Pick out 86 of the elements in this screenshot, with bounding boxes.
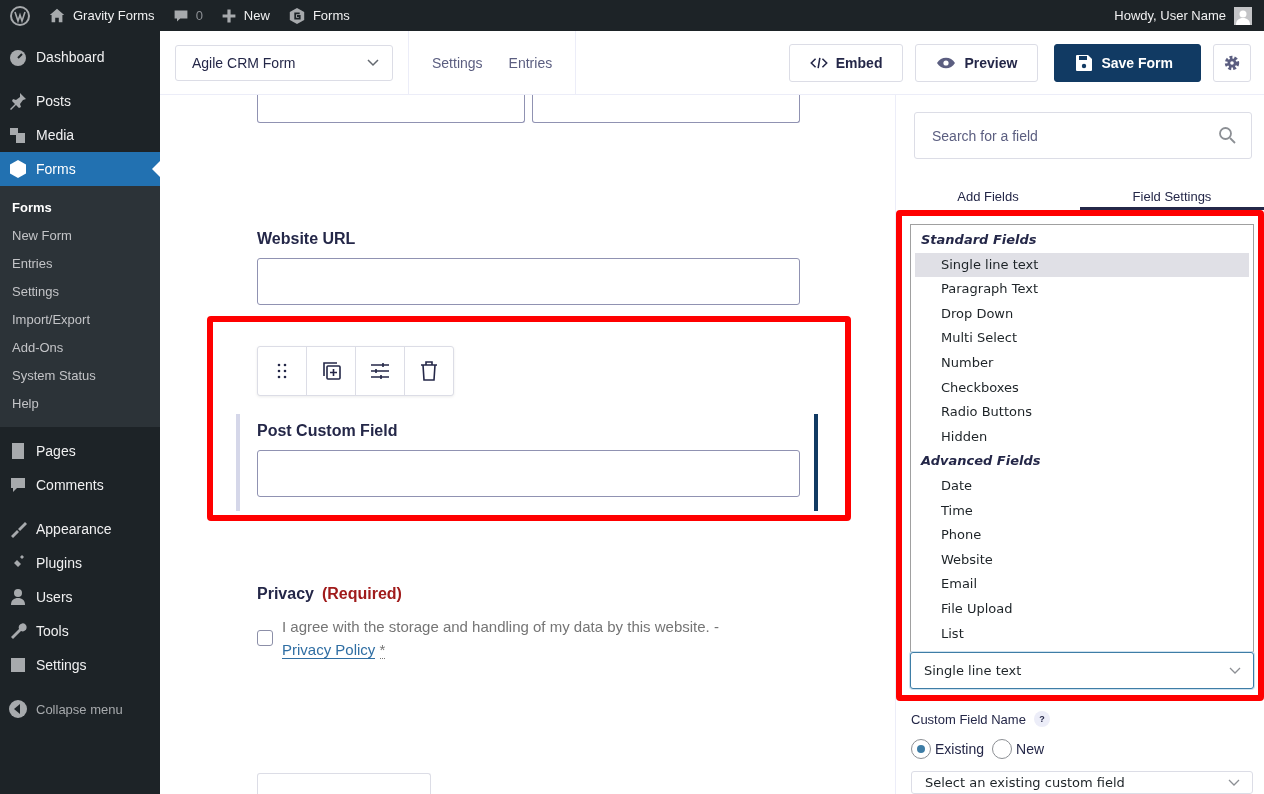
home-icon	[48, 6, 66, 25]
code-icon	[809, 56, 828, 69]
field-label: Website URL	[257, 230, 357, 248]
field-type-select[interactable]: Single line text	[910, 652, 1254, 689]
required-label: (Required)	[321, 585, 402, 603]
custom-field-select[interactable]: Select an existing custom field	[911, 771, 1253, 794]
consent-text: I agree with the storage and handling of my data by this website. -	[282, 618, 719, 635]
consent-checkbox[interactable]	[257, 630, 273, 646]
listbox-option[interactable]: Multi Select	[915, 326, 1249, 351]
text-input[interactable]	[257, 95, 525, 123]
menu-item[interactable]: Settings	[0, 648, 160, 682]
listbox-option[interactable]: Drop Down	[915, 301, 1249, 327]
form-select[interactable]: Agile CRM Form	[175, 44, 393, 81]
new-link[interactable]: New	[243, 8, 270, 23]
website-url-input[interactable]	[257, 258, 800, 305]
listbox-option[interactable]: Email	[915, 572, 1249, 597]
listbox-option[interactable]: Date	[915, 473, 1249, 499]
option-group-label: Advanced Fields	[919, 452, 1042, 471]
settings-icon	[1223, 53, 1241, 72]
menu-item[interactable]: Media	[0, 118, 160, 152]
menu-item[interactable]: Comments	[0, 468, 160, 502]
menu-item[interactable]: Users	[0, 580, 160, 614]
submenu-item[interactable]: Forms	[0, 194, 160, 222]
menu-item[interactable]: Plugins	[0, 546, 160, 580]
listbox-option[interactable]: File Upload	[915, 596, 1249, 622]
eye-icon	[936, 56, 957, 69]
toolbar-link[interactable]: Entries	[508, 54, 553, 71]
radio-button[interactable]	[992, 739, 1013, 759]
preview-button[interactable]: Preview	[915, 43, 1039, 82]
field-label: Privacy	[257, 585, 314, 603]
submenu-item[interactable]: New Form	[0, 222, 160, 250]
plus-icon	[220, 7, 237, 24]
menu-item[interactable]: Forms	[0, 152, 160, 186]
forms-link[interactable]: Forms	[312, 8, 350, 23]
collapse-menu-button[interactable]: Collapse menu	[0, 692, 160, 726]
comments-count[interactable]: 0	[195, 8, 203, 23]
chevron-down-icon	[1228, 778, 1240, 787]
toolbar-link[interactable]: Settings	[432, 54, 483, 71]
embed-button[interactable]: Embed	[788, 43, 904, 82]
setting-label: Custom Field Name	[911, 711, 1026, 727]
search-field[interactable]: Search for a field	[914, 112, 1252, 159]
settings-button[interactable]	[1213, 43, 1251, 82]
submenu-item[interactable]: Add-Ons	[0, 334, 160, 362]
collapse-icon	[8, 699, 28, 719]
submenu-item[interactable]: Settings	[0, 278, 160, 306]
site-name-link[interactable]: Gravity Forms	[73, 8, 155, 23]
submenu-item[interactable]: Entries	[0, 250, 160, 278]
greeting-link[interactable]: Howdy, User Name	[1114, 8, 1226, 23]
radio-label: New	[1016, 741, 1045, 757]
save-form-button[interactable]: Save Form	[1054, 43, 1201, 82]
menu-item[interactable]: Dashboard	[0, 40, 160, 74]
avatar-icon[interactable]	[1234, 6, 1252, 25]
listbox-option[interactable]: Single line text	[915, 252, 1249, 278]
radio-label: Existing	[935, 741, 985, 757]
menu-item[interactable]: Appearance	[0, 512, 160, 546]
radio-button[interactable]	[911, 739, 931, 759]
search-icon	[1218, 126, 1236, 144]
required-asterisk: *	[379, 641, 386, 659]
panel-tab[interactable]: Field Settings	[1080, 189, 1264, 210]
submenu-item[interactable]: Import/Export	[0, 306, 160, 334]
listbox-option[interactable]: Number	[915, 350, 1249, 376]
chevron-down-icon	[1229, 666, 1241, 675]
listbox-option[interactable]: Hidden	[915, 424, 1249, 450]
submenu-item[interactable]: System Status	[0, 362, 160, 390]
option-group-label: Standard Fields	[920, 231, 1038, 249]
panel-tab[interactable]: Add Fields	[896, 189, 1080, 210]
listbox-option[interactable]: Radio Buttons	[915, 400, 1249, 425]
menu-item[interactable]: Tools	[0, 614, 160, 648]
listbox-option[interactable]: Paragraph Text	[915, 277, 1249, 302]
listbox-option[interactable]: Checkboxes	[915, 375, 1249, 401]
listbox-option[interactable]: List	[915, 621, 1249, 647]
comment-icon	[172, 7, 189, 24]
custom-field-input[interactable]	[257, 450, 800, 497]
submenu-item[interactable]: Help	[0, 390, 160, 418]
chevron-down-icon	[367, 58, 379, 67]
menu-item[interactable]: Posts	[0, 84, 160, 118]
listbox-option[interactable]: Phone	[915, 523, 1249, 548]
listbox-option[interactable]: Website	[915, 547, 1249, 573]
help-icon[interactable]: ?	[1033, 711, 1050, 727]
wordpress-logo-icon[interactable]	[10, 5, 30, 26]
listbox-option[interactable]: Time	[915, 498, 1249, 524]
privacy-policy-link[interactable]: Privacy Policy	[282, 641, 376, 659]
menu-item[interactable]: Pages	[0, 434, 160, 468]
text-input[interactable]	[532, 95, 800, 123]
field-label: Post Custom Field	[257, 422, 399, 440]
selected-field-card[interactable]: Post Custom Field	[236, 414, 818, 511]
